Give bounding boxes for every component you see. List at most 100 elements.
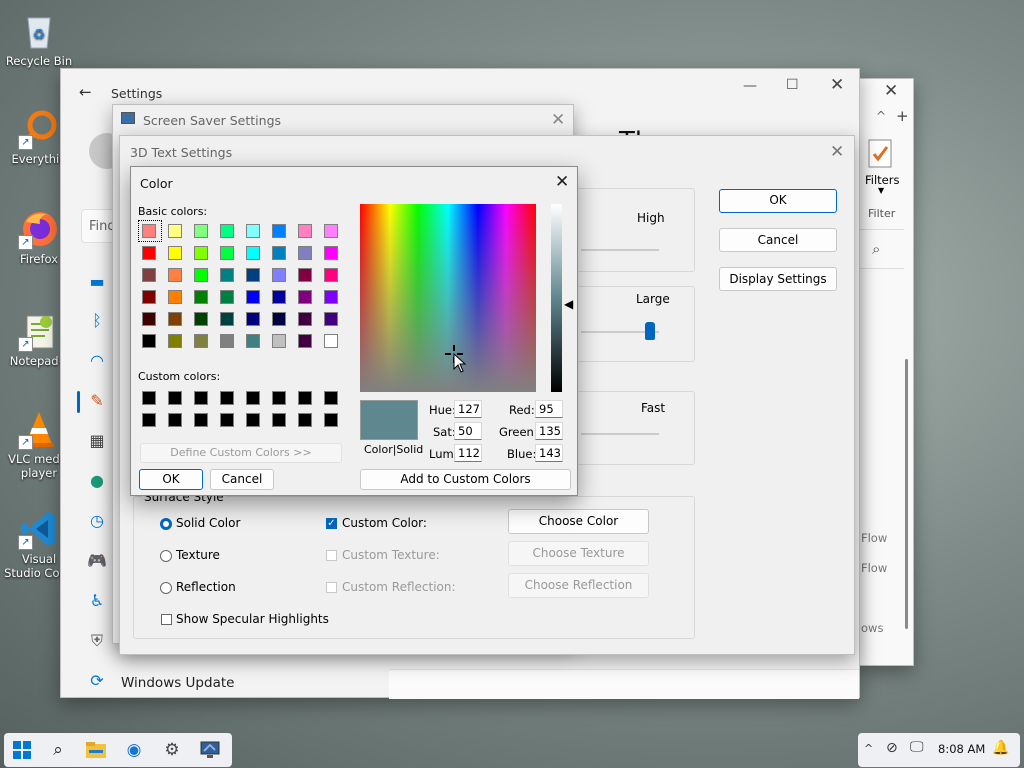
close-icon[interactable]: ✕ [551,110,565,130]
basic-color-swatch[interactable] [298,246,312,260]
texture-radio[interactable] [160,550,172,562]
accounts-person-icon[interactable]: ● [87,471,107,491]
basic-color-swatch[interactable] [168,290,182,304]
basic-color-swatch[interactable] [298,290,312,304]
custom-color-swatch[interactable] [168,413,182,427]
basic-color-swatch[interactable] [272,246,286,260]
search-area[interactable]: ⌕ [856,229,904,269]
custom-color-swatch[interactable] [142,391,156,405]
luminance-arrow-icon[interactable]: ◀ [564,297,573,311]
basic-color-swatch[interactable] [142,224,156,238]
basic-color-swatch[interactable] [194,334,208,348]
basic-color-swatch[interactable] [246,224,260,238]
close-icon[interactable]: ✕ [884,81,898,101]
blue-input[interactable]: 143 [535,444,563,462]
desktop-icon-recycle-bin[interactable]: ♻ Recycle Bin [4,10,74,68]
basic-color-swatch[interactable] [168,268,182,282]
chevron-up-icon[interactable]: ^ [864,742,873,755]
basic-color-swatch[interactable] [142,268,156,282]
clock-time[interactable]: 8:08 AM [938,742,985,756]
reflection-radio[interactable] [160,582,172,594]
custom-color-swatch[interactable] [272,391,286,405]
choose-color-button[interactable]: Choose Color [508,509,649,534]
bluetooth-icon[interactable]: ᛒ [87,311,107,331]
specular-highlights-checkbox[interactable] [161,614,172,625]
basic-color-swatch[interactable] [324,224,338,238]
basic-color-swatch[interactable] [324,246,338,260]
basic-color-swatch[interactable] [324,312,338,326]
basic-color-swatch[interactable] [272,334,286,348]
basic-color-swatch[interactable] [168,224,182,238]
basic-color-swatch[interactable] [272,224,286,238]
custom-color-swatch[interactable] [168,391,182,405]
basic-color-swatch[interactable] [194,290,208,304]
back-arrow-icon[interactable]: ← [79,83,92,101]
basic-color-swatch[interactable] [272,312,286,326]
basic-color-swatch[interactable] [142,246,156,260]
green-input[interactable]: 135 [535,422,563,440]
custom-color-swatch[interactable] [298,391,312,405]
maximize-icon[interactable]: ☐ [786,77,799,93]
hue-input[interactable]: 127 [454,400,482,418]
windows-update-icon[interactable]: ⟳ [87,671,107,691]
ok-button[interactable]: OK [719,189,837,213]
filters-label[interactable]: Filters [865,173,899,187]
time-language-icon[interactable]: ◷ [87,511,107,531]
basic-color-swatch[interactable] [246,290,260,304]
file-explorer-icon[interactable] [80,736,112,764]
add-to-custom-colors-button[interactable]: Add to Custom Colors [360,469,571,490]
basic-color-swatch[interactable] [246,268,260,282]
settings-gear-icon[interactable]: ⚙ [156,736,188,764]
network-icon[interactable]: ⊘ [886,740,898,756]
sat-input[interactable]: 50 [454,422,482,440]
custom-color-checkbox[interactable]: ✓ [326,518,337,529]
display-icon[interactable]: 🖵 [910,739,924,755]
basic-color-swatch[interactable] [272,290,286,304]
wifi-icon[interactable]: ◠ [87,351,107,371]
basic-color-swatch[interactable] [194,246,208,260]
basic-color-swatch[interactable] [220,246,234,260]
basic-color-swatch[interactable] [142,290,156,304]
basic-color-swatch[interactable] [298,224,312,238]
scrollbar[interactable] [905,359,908,629]
filter-checklist-icon[interactable] [868,139,894,169]
privacy-shield-icon[interactable]: ⛨ [87,631,107,651]
basic-color-swatch[interactable] [298,312,312,326]
custom-color-swatch[interactable] [246,413,260,427]
color-spectrum[interactable] [360,204,536,392]
basic-color-swatch[interactable] [220,312,234,326]
close-icon[interactable]: ✕ [830,75,844,95]
basic-color-swatch[interactable] [246,312,260,326]
basic-color-swatch[interactable] [324,290,338,304]
basic-color-swatch[interactable] [298,334,312,348]
accessibility-icon[interactable]: ♿ [87,591,107,611]
solid-color-radio[interactable] [160,518,172,530]
basic-color-swatch[interactable] [168,312,182,326]
custom-color-swatch[interactable] [324,391,338,405]
display-settings-button[interactable]: Display Settings [719,267,837,291]
basic-color-swatch[interactable] [246,334,260,348]
basic-color-swatch[interactable] [168,246,182,260]
define-custom-colors-button[interactable]: Define Custom Colors >> [140,443,342,463]
basic-color-swatch[interactable] [220,268,234,282]
close-icon[interactable]: ✕ [830,142,844,162]
basic-color-swatch[interactable] [220,290,234,304]
custom-color-swatch[interactable] [220,413,234,427]
basic-color-swatch[interactable] [246,246,260,260]
apps-icon[interactable]: ▦ [87,431,107,451]
basic-color-swatch[interactable] [220,334,234,348]
add-tab-icon[interactable]: + [896,107,909,125]
color-cancel-button[interactable]: Cancel [210,469,274,490]
start-button[interactable] [6,736,38,764]
close-icon[interactable]: ✕ [555,172,569,192]
basic-color-swatch[interactable] [272,268,286,282]
custom-color-swatch[interactable] [220,391,234,405]
chevron-up-icon[interactable]: ^ [876,109,886,123]
basic-color-swatch[interactable] [324,334,338,348]
custom-reflection-checkbox[interactable] [326,582,337,593]
luminance-slider[interactable] [551,204,562,392]
custom-color-swatch[interactable] [246,391,260,405]
custom-color-swatch[interactable] [298,413,312,427]
basic-color-swatch[interactable] [142,334,156,348]
custom-color-swatch[interactable] [194,413,208,427]
